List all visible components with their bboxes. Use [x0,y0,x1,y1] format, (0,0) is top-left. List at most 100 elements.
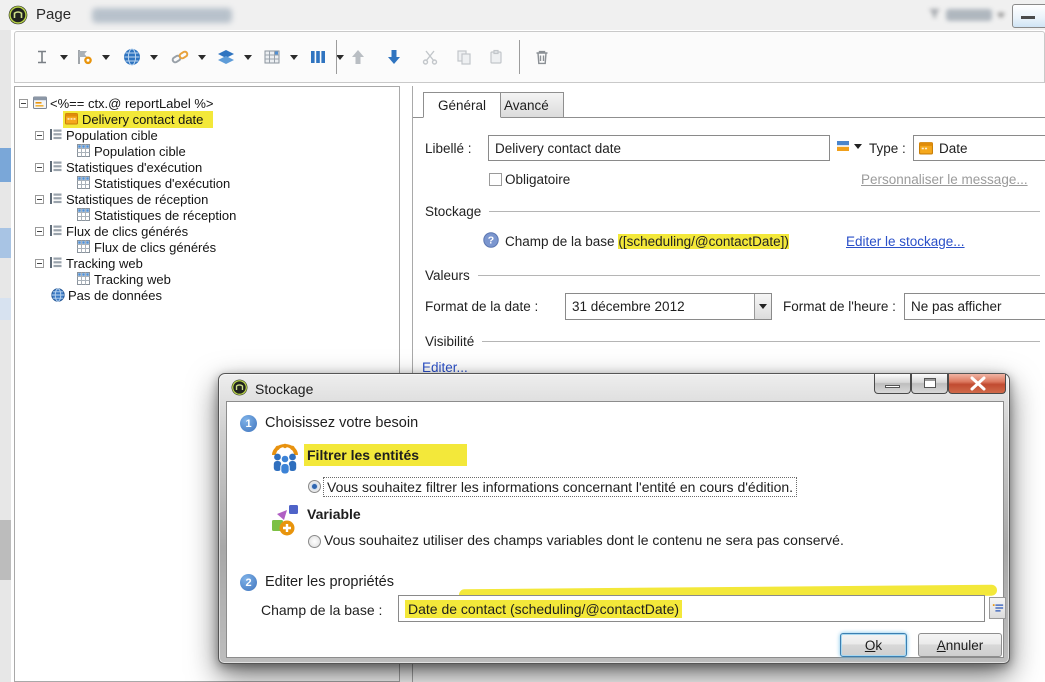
toolbar-link-button[interactable] [167,44,211,70]
tree-row-child[interactable]: Flux de clics générés [77,239,216,255]
label-options-button[interactable] [836,139,862,153]
tree-row-group[interactable]: Statistiques de réception [35,191,208,207]
close-icon [970,376,986,391]
chevron-down-icon [759,304,767,309]
personnaliser-message-link[interactable]: Personnaliser le message... [861,172,1028,187]
collapse-toggle[interactable] [35,226,44,236]
dialog-close-button[interactable] [948,374,1006,394]
table-grid-icon [259,44,285,70]
text-field-icon [29,44,55,70]
cancel-button[interactable]: Annuler [918,633,1002,657]
collapse-toggle[interactable] [35,258,44,268]
tree-row-child[interactable]: Population cible [77,143,186,159]
list-icon [49,224,63,238]
option-filter-description[interactable]: Vous souhaitez filtrer les informations … [323,477,798,497]
tree-row-delivery-contact-date[interactable]: Delivery contact date [63,110,214,128]
editer-stockage-link[interactable]: Editer le stockage... [846,234,965,249]
move-up-button[interactable] [345,44,371,70]
tree-row-group[interactable]: Flux de clics générés [35,223,188,239]
option-variable-description[interactable]: Vous souhaitez utiliser des champs varia… [324,532,844,548]
chevron-down-icon [854,143,862,149]
format-date-label: Format de la date : [425,299,539,314]
copy-button[interactable] [451,44,477,70]
ok-button[interactable]: Ok [840,633,907,657]
field-picker-button[interactable] [989,597,1006,619]
list-icon [49,192,63,206]
champ-base-text: Champ de la base ([scheduling/@contactDa… [505,234,789,249]
libelle-value: Delivery contact date [495,140,622,156]
toolbar-layers-button[interactable] [213,44,257,70]
tree-label: Population cible [94,143,186,159]
variable-icon [269,504,301,541]
section-rule [477,275,1040,276]
tree-row-group[interactable]: Statistiques d'exécution [35,159,202,175]
side-strip-patch [0,298,11,320]
tree-label: Population cible [66,127,158,143]
background-side-strip [0,30,11,682]
dialog-maximize-button[interactable] [911,374,948,394]
obligatoire-label: Obligatoire [505,172,571,187]
chevron-down-icon[interactable] [244,54,252,60]
toolbar-table-button[interactable] [259,44,303,70]
option-filter-title: Filtrer les entités [304,444,468,466]
format-date-combo[interactable]: 31 décembre 2012 [565,293,772,320]
filter-funnel-icon [928,7,941,23]
chevron-down-icon[interactable] [102,54,110,60]
arrow-down-icon [381,44,407,70]
toolbar-web-button[interactable] [119,44,163,70]
tab-general[interactable]: Général [423,92,502,118]
libelle-input[interactable]: Delivery contact date [488,135,830,161]
field-lines-icon [992,604,1003,612]
tree-row-child[interactable]: Tracking web [77,271,171,287]
tree-row-no-data[interactable]: Pas de données [51,287,162,303]
tree-row-child[interactable]: Statistiques d'exécution [77,175,230,191]
editor-toolbar [14,31,1045,83]
trash-icon [529,44,555,70]
collapse-toggle[interactable] [19,98,28,108]
tree-label: Flux de clics générés [94,239,217,255]
valeurs-section: Valeurs [425,268,1040,283]
cut-button[interactable] [417,44,443,70]
filter-radio[interactable] [308,480,321,493]
chevron-down-icon[interactable] [336,54,344,60]
format-heure-label: Format de l'heure : [783,299,896,314]
dialog-body: 1 Choisissez votre besoin Filtrer les en… [226,401,1006,658]
toolbar-field-button[interactable] [29,44,73,70]
collapse-toggle[interactable] [35,130,44,140]
filter-control-blurred[interactable] [928,6,1005,24]
chevron-down-icon[interactable] [290,54,298,60]
tree-row-child[interactable]: Statistiques de réception [77,207,236,223]
dialog-minimize-button[interactable] [874,374,911,394]
delete-button[interactable] [529,44,555,70]
step-2-badge: 2 [240,574,257,591]
minimize-button[interactable] [1012,4,1045,28]
variable-radio[interactable] [308,535,321,548]
chevron-down-icon[interactable] [198,54,206,60]
chevron-down-icon[interactable] [150,54,158,60]
stockage-section: Stockage [425,204,1040,219]
chevron-down-icon[interactable] [60,54,68,60]
type-combo[interactable]: Date [913,135,1045,161]
toolbar-columns-button[interactable] [305,44,349,70]
side-strip-patch [0,148,11,182]
tree-row-group[interactable]: Tracking web [35,255,143,271]
globe-icon [51,288,65,302]
app-logo-icon [231,379,248,399]
move-down-button[interactable] [381,44,407,70]
tree-root-row[interactable]: <%== ctx.@ reportLabel %> [19,95,214,111]
field-type-icon [837,141,849,151]
svg-text:?: ? [488,235,494,247]
collapse-toggle[interactable] [35,162,44,172]
obligatoire-checkbox[interactable] [489,173,502,186]
toolbar-input-button[interactable] [71,44,115,70]
format-heure-combo[interactable]: Ne pas afficher [904,293,1045,320]
tree-label: <%== ctx.@ reportLabel %> [50,95,214,111]
layers-icon [213,44,239,70]
paste-button[interactable] [483,44,509,70]
toolbar-separator [336,40,337,74]
collapse-toggle[interactable] [35,194,44,204]
dropdown-button[interactable] [754,294,771,319]
section-rule [489,211,1040,212]
champ-base-input[interactable]: Date de contact (scheduling/@contactDate… [398,595,985,622]
tree-row-group[interactable]: Population cible [35,127,158,143]
